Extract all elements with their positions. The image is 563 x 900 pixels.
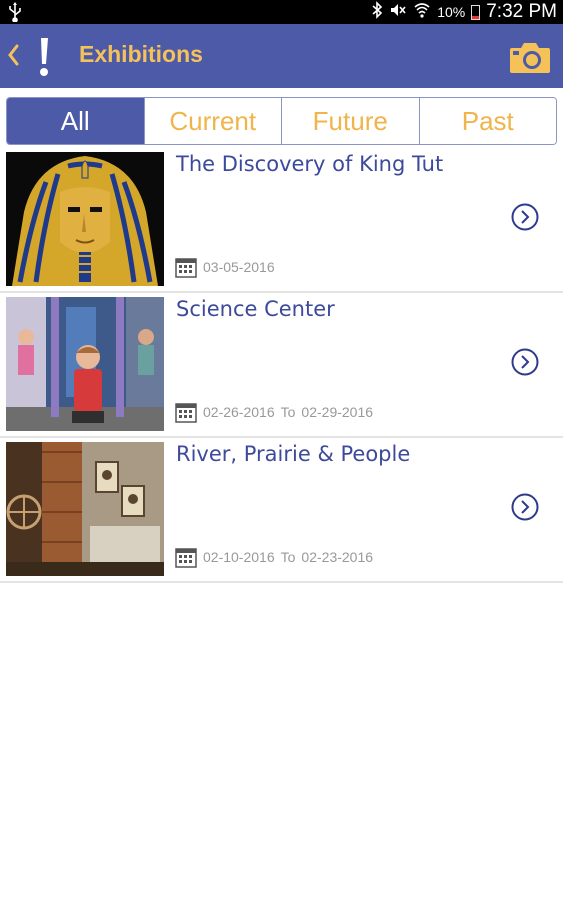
tab-all[interactable]: All <box>7 98 145 144</box>
app-logo-icon <box>40 38 48 76</box>
battery-percent: 10% <box>437 4 466 20</box>
app-bar: Exhibitions <box>0 24 563 88</box>
page-title: Exhibitions <box>79 41 203 67</box>
end-date: 02-29-2016 <box>301 404 374 420</box>
exhibition-thumbnail-science-center <box>6 297 164 431</box>
exhibition-dates: 03-05-2016 <box>175 256 275 278</box>
date-separator: To <box>280 404 296 420</box>
start-date: 02-26-2016 <box>203 404 275 420</box>
start-date: 02-10-2016 <box>203 549 275 565</box>
exhibition-dates: 02-26-2016 To 02-29-2016 <box>175 401 373 423</box>
wifi-icon <box>413 1 431 24</box>
mute-icon <box>389 1 407 24</box>
exhibition-thumbnail-king-tut <box>6 152 164 286</box>
exhibition-title: The Discovery of King Tut <box>176 152 444 176</box>
bluetooth-icon <box>371 0 383 24</box>
back-chevron-icon[interactable] <box>6 42 20 68</box>
chevron-right-circle-icon[interactable] <box>511 348 539 376</box>
chevron-right-circle-icon[interactable] <box>511 493 539 521</box>
battery-icon <box>471 4 481 20</box>
start-date: 03-05-2016 <box>203 259 275 275</box>
status-bar: 10% 7:32 PM <box>0 0 563 24</box>
tab-future[interactable]: Future <box>282 98 420 144</box>
list-item[interactable]: River, Prairie & People 02-10-2016 To 02… <box>0 438 563 583</box>
exhibition-dates: 02-10-2016 To 02-23-2016 <box>175 546 373 568</box>
clock: 7:32 PM <box>486 1 557 22</box>
filter-tabs: All Current Future Past <box>6 97 557 145</box>
exhibition-thumbnail-river-prairie-people <box>6 442 164 576</box>
date-separator: To <box>280 549 296 565</box>
camera-icon[interactable] <box>509 40 551 74</box>
calendar-icon <box>175 548 197 568</box>
tab-past[interactable]: Past <box>419 98 556 144</box>
chevron-right-circle-icon[interactable] <box>511 203 539 231</box>
exhibition-title: Science Center <box>176 297 335 321</box>
calendar-icon <box>175 258 197 278</box>
exhibition-list: The Discovery of King Tut 03-05-2016 Sci… <box>0 148 563 583</box>
list-item[interactable]: The Discovery of King Tut 03-05-2016 <box>0 148 563 293</box>
calendar-icon <box>175 403 197 423</box>
exhibition-title: River, Prairie & People <box>176 442 411 466</box>
end-date: 02-23-2016 <box>301 549 374 565</box>
tab-current[interactable]: Current <box>144 98 282 144</box>
list-item[interactable]: Science Center 02-26-2016 To 02-29-2016 <box>0 293 563 438</box>
